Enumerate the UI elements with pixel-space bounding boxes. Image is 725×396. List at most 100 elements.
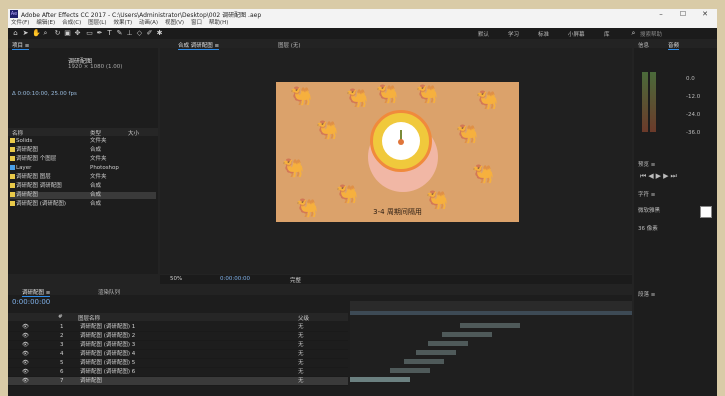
- visibility-eye-icon[interactable]: 👁: [22, 341, 29, 349]
- menu-composition[interactable]: 合成(C): [62, 19, 81, 28]
- menu-layer[interactable]: 图层(L): [88, 19, 106, 28]
- timeline-layer-row[interactable]: 👁 1 调研配图 (调研配图) 1 无: [8, 323, 348, 332]
- menu-help[interactable]: 帮助(H): [209, 19, 228, 28]
- layer-name[interactable]: 调研配图 (调研配图) 4: [80, 350, 135, 358]
- column-layer-name[interactable]: 图层名称: [78, 314, 100, 322]
- layer-name[interactable]: 调研配图 (调研配图) 6: [80, 368, 135, 376]
- camera-tool-icon[interactable]: ▣: [64, 30, 71, 37]
- timeline-layer-row[interactable]: 👁 5 调研配图 (调研配图) 5 无: [8, 359, 348, 368]
- visibility-eye-icon[interactable]: 👁: [22, 332, 29, 340]
- project-item[interactable]: 调研配图 图层 文件夹: [10, 174, 156, 181]
- layer-parent-select[interactable]: 无: [298, 377, 304, 385]
- workspace-default[interactable]: 默认: [478, 30, 489, 38]
- resolution-select[interactable]: 完整: [290, 276, 301, 284]
- layer-duration-bar[interactable]: [428, 341, 468, 346]
- layer-duration-bar[interactable]: [460, 323, 520, 328]
- timeline-track-area[interactable]: [350, 301, 632, 396]
- menu-window[interactable]: 窗口: [191, 19, 202, 28]
- layer-parent-select[interactable]: 无: [298, 332, 304, 340]
- tab-layer[interactable]: 图层 (无): [278, 41, 301, 49]
- project-item[interactable]: 调研配图 合成: [10, 147, 156, 154]
- timeline-layer-row[interactable]: 👁 6 调研配图 (调研配图) 6 无: [8, 368, 348, 377]
- workspace-small-screen[interactable]: 小屏幕: [568, 30, 585, 38]
- project-item[interactable]: 调研配图 合成: [10, 192, 156, 199]
- font-family-select[interactable]: 微软雅黑: [638, 206, 660, 214]
- layer-name[interactable]: 调研配图 (调研配图) 5: [80, 359, 135, 367]
- preview-panel-title[interactable]: 预览 ≡: [638, 160, 655, 168]
- column-size[interactable]: 大小: [128, 129, 139, 137]
- workspace-standard[interactable]: 标准: [538, 30, 549, 38]
- tab-timeline-comp[interactable]: 调研配图 ≡: [22, 288, 51, 297]
- viewer-timecode[interactable]: 0:00:00:00: [220, 276, 250, 282]
- maximize-button[interactable]: ☐: [672, 9, 694, 19]
- layer-name[interactable]: 调研配图 (调研配图) 2: [80, 332, 135, 340]
- pan-behind-tool-icon[interactable]: ✥: [74, 30, 81, 37]
- menu-edit[interactable]: 编辑(E): [36, 19, 55, 28]
- character-panel-title[interactable]: 字符 ≡: [638, 190, 655, 198]
- tab-composition[interactable]: 合成 调研配图 ≡: [178, 41, 220, 50]
- visibility-eye-icon[interactable]: 👁: [22, 323, 29, 331]
- selection-tool-icon[interactable]: ➤: [22, 30, 29, 37]
- visibility-eye-icon[interactable]: 👁: [22, 368, 29, 376]
- text-tool-icon[interactable]: T: [106, 30, 113, 37]
- layer-duration-bar[interactable]: [416, 350, 456, 355]
- layer-name[interactable]: 调研配图 (调研配图) 3: [80, 341, 135, 349]
- layer-parent-select[interactable]: 无: [298, 359, 304, 367]
- time-ruler[interactable]: [350, 301, 632, 311]
- layer-duration-bar[interactable]: [442, 332, 492, 337]
- project-item[interactable]: 调研配图 调研配图 合成: [10, 183, 156, 190]
- column-parent[interactable]: 父级: [298, 314, 309, 322]
- menu-animation[interactable]: 动画(A): [139, 19, 158, 28]
- close-button[interactable]: ✕: [694, 9, 716, 19]
- layer-name[interactable]: 调研配图: [80, 377, 102, 385]
- playback-controls-icon[interactable]: ⏮◀▶▶⏭: [640, 172, 679, 181]
- layer-parent-select[interactable]: 无: [298, 350, 304, 358]
- font-size-field[interactable]: 36 像素: [638, 224, 658, 232]
- clone-tool-icon[interactable]: ⊥: [126, 30, 133, 37]
- pen-tool-icon[interactable]: ✒: [96, 30, 103, 37]
- timeline-layer-row[interactable]: 👁 7 调研配图 无: [8, 377, 348, 386]
- layer-name[interactable]: 调研配图 (调研配图) 1: [80, 323, 135, 331]
- tab-render-queue[interactable]: 渲染队列: [98, 288, 120, 296]
- menu-file[interactable]: 文件(F): [11, 19, 29, 28]
- workspace-libraries[interactable]: 库: [604, 30, 610, 38]
- layer-duration-bar[interactable]: [350, 377, 410, 382]
- project-item[interactable]: 调研配图 个图层 文件夹: [10, 156, 156, 163]
- timeline-layer-row[interactable]: 👁 3 调研配图 (调研配图) 3 无: [8, 341, 348, 350]
- zoom-level[interactable]: 50%: [170, 276, 182, 282]
- zoom-tool-icon[interactable]: ⌕: [42, 30, 49, 37]
- search-help-input[interactable]: 搜索帮助: [640, 30, 662, 38]
- menu-view[interactable]: 视图(V): [165, 19, 184, 28]
- timeline-timecode[interactable]: 0:00:00:00: [12, 298, 50, 306]
- rotate-tool-icon[interactable]: ↻: [54, 30, 61, 37]
- search-icon[interactable]: ⌕: [630, 30, 637, 37]
- workspace-learn[interactable]: 学习: [508, 30, 519, 38]
- layer-parent-select[interactable]: 无: [298, 323, 304, 331]
- visibility-eye-icon[interactable]: 👁: [22, 350, 29, 358]
- project-item[interactable]: Solids 文件夹: [10, 138, 156, 145]
- roto-brush-tool-icon[interactable]: ✐: [146, 30, 153, 37]
- layer-duration-bar[interactable]: [390, 368, 430, 373]
- column-name[interactable]: 名称: [12, 129, 23, 137]
- fill-color-swatch[interactable]: [700, 206, 712, 218]
- tab-audio[interactable]: 音频: [668, 41, 680, 50]
- hand-tool-icon[interactable]: ✋: [32, 30, 41, 37]
- timeline-layer-row[interactable]: 👁 4 调研配图 (调研配图) 4 无: [8, 350, 348, 359]
- menu-effect[interactable]: 效果(T): [113, 19, 132, 28]
- project-item[interactable]: Layer Photoshop: [10, 165, 156, 172]
- tab-project[interactable]: 项目 ≡: [12, 41, 30, 50]
- column-type[interactable]: 类型: [90, 129, 101, 137]
- layer-duration-bar[interactable]: [404, 359, 444, 364]
- paragraph-panel-title[interactable]: 段落 ≡: [638, 290, 655, 298]
- project-item[interactable]: 调研配图 (调研配图) 合成: [10, 201, 156, 208]
- timeline-layer-row[interactable]: 👁 2 调研配图 (调研配图) 2 无: [8, 332, 348, 341]
- visibility-eye-icon[interactable]: 👁: [22, 359, 29, 367]
- tab-info[interactable]: 信息: [638, 41, 649, 49]
- layer-parent-select[interactable]: 无: [298, 341, 304, 349]
- home-icon[interactable]: ⌂: [12, 30, 19, 37]
- rectangle-tool-icon[interactable]: ▭: [86, 30, 93, 37]
- brush-tool-icon[interactable]: ✎: [116, 30, 123, 37]
- work-area-bar[interactable]: [350, 311, 632, 315]
- minimize-button[interactable]: –: [650, 9, 672, 19]
- layer-parent-select[interactable]: 无: [298, 368, 304, 376]
